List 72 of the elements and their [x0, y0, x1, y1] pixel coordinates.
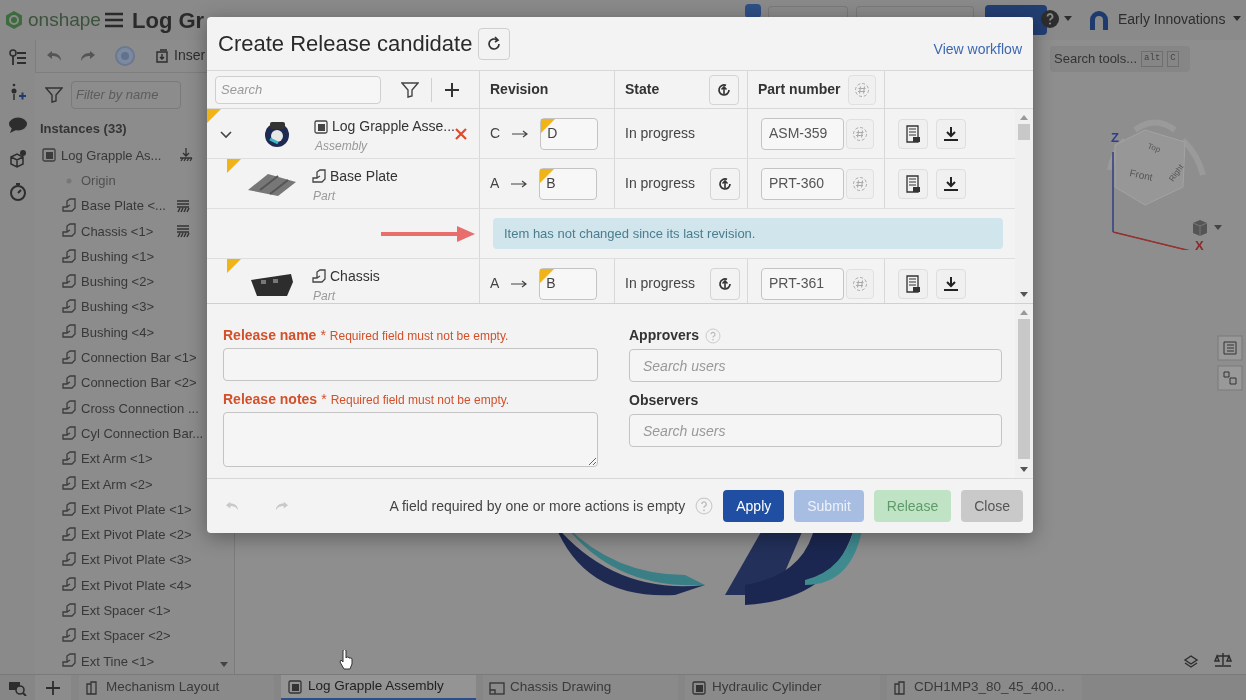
tree-item[interactable]: Ext Pivot Plate <3> [81, 550, 192, 570]
part-number-field[interactable]: PRT-361 [761, 267, 844, 300]
tree-item[interactable]: Connection Bar <1> [81, 348, 197, 368]
tree-item[interactable]: Ext Pivot Plate <1> [81, 499, 192, 520]
tree-item[interactable]: Ext Spacer <1> [81, 601, 171, 621]
revision-field[interactable]: B [539, 267, 598, 300]
view-workflow-link[interactable]: View workflow [933, 39, 1022, 60]
tree-item[interactable]: Ext Spacer <2> [81, 626, 171, 646]
dialog-title: Create Release candidate [218, 30, 473, 58]
part-number-field[interactable]: PRT-360 [761, 167, 844, 200]
field-label: Release name [223, 326, 317, 345]
tree-item[interactable]: Ext Tine <1> [81, 651, 154, 672]
required-mark: * [320, 326, 326, 345]
error-message: Required field must not be empty. [330, 392, 510, 409]
tree-item[interactable]: Bushing <2> [81, 272, 154, 292]
item-name: Log Grapple Asse... [332, 117, 455, 136]
revision-field[interactable]: B [539, 167, 598, 200]
state-label: In progress [625, 274, 696, 293]
item-type: Part [312, 188, 337, 205]
error-message: Required field must not be empty. [329, 328, 509, 345]
state-label: In progress [625, 174, 696, 193]
document-tab[interactable]: Mechanism Layout [79, 675, 274, 700]
tree-item[interactable]: Base Plate <... [81, 196, 166, 216]
tree-item[interactable]: Cyl Connection Bar... [81, 423, 204, 444]
action-button[interactable]: Close [961, 490, 1023, 522]
field-label: Observers [629, 391, 699, 410]
tree-item[interactable]: Ext Pivot Plate <2> [81, 525, 192, 545]
revision-field[interactable]: D [540, 117, 599, 150]
tree-item[interactable]: Bushing <3> [81, 297, 154, 317]
tree-item[interactable]: Cross Connection ... [81, 398, 199, 419]
tree-item[interactable]: Ext Arm <2> [81, 474, 153, 494]
user-name[interactable]: Early Innovations [1118, 8, 1226, 30]
action-button[interactable]: Apply [723, 490, 785, 522]
insert-button[interactable]: Inser [174, 45, 206, 67]
shortcut-key: C [1167, 51, 1179, 67]
item-type: Assembly [313, 138, 369, 155]
column-header: Part number [758, 80, 841, 99]
item-name: Base Plate [330, 167, 398, 186]
status-message: A field required by one or more actions is empty [389, 496, 686, 516]
column-header: Revision [490, 80, 549, 99]
part-number-field[interactable]: ASM-359 [761, 117, 844, 150]
document-tab[interactable]: Chassis Drawing [483, 675, 678, 700]
column-header: State [625, 80, 660, 99]
current-revision: C [490, 124, 501, 143]
tree-item[interactable]: Origin [81, 170, 116, 191]
tree-item[interactable]: Log Grapple As... [61, 145, 162, 166]
shortcut-key: alt [1141, 51, 1164, 67]
current-revision: A [490, 174, 500, 193]
document-tab[interactable]: Hydraulic Cylinder [685, 675, 880, 700]
document-tab[interactable]: Log Grapple Assembly [281, 675, 476, 700]
item-name: Chassis [330, 267, 380, 286]
app-logo: onshape [28, 7, 101, 32]
user-search-field[interactable]: Search users [629, 349, 1002, 382]
document-title: Log Gr [132, 6, 205, 35]
required-mark: * [321, 390, 327, 409]
tree-item[interactable]: Ext Arm <1> [81, 449, 153, 469]
tree-item[interactable]: Chassis <1> [81, 221, 154, 242]
tree-item[interactable]: Bushing <4> [81, 322, 154, 343]
tree-item[interactable]: Ext Pivot Plate <4> [81, 575, 192, 596]
field-label: Release notes [223, 390, 318, 409]
tree-item[interactable]: Connection Bar <2> [81, 373, 197, 393]
instances-heading: Instances (33) [40, 120, 127, 136]
state-label: In progress [625, 124, 696, 143]
current-revision: A [490, 274, 500, 293]
field-label: Approvers [629, 326, 700, 345]
item-type: Part [312, 288, 337, 303]
search-tools-field[interactable]: Search tools... [1054, 49, 1138, 69]
tree-item[interactable]: Bushing <1> [81, 246, 154, 267]
info-banner: Item has not changed since its last revision. [493, 218, 1003, 249]
user-search-field[interactable]: Search users [629, 414, 1002, 447]
document-tab[interactable]: CDH1MP3_80_45_400... [887, 675, 1082, 700]
search-field[interactable]: Search [215, 75, 381, 104]
